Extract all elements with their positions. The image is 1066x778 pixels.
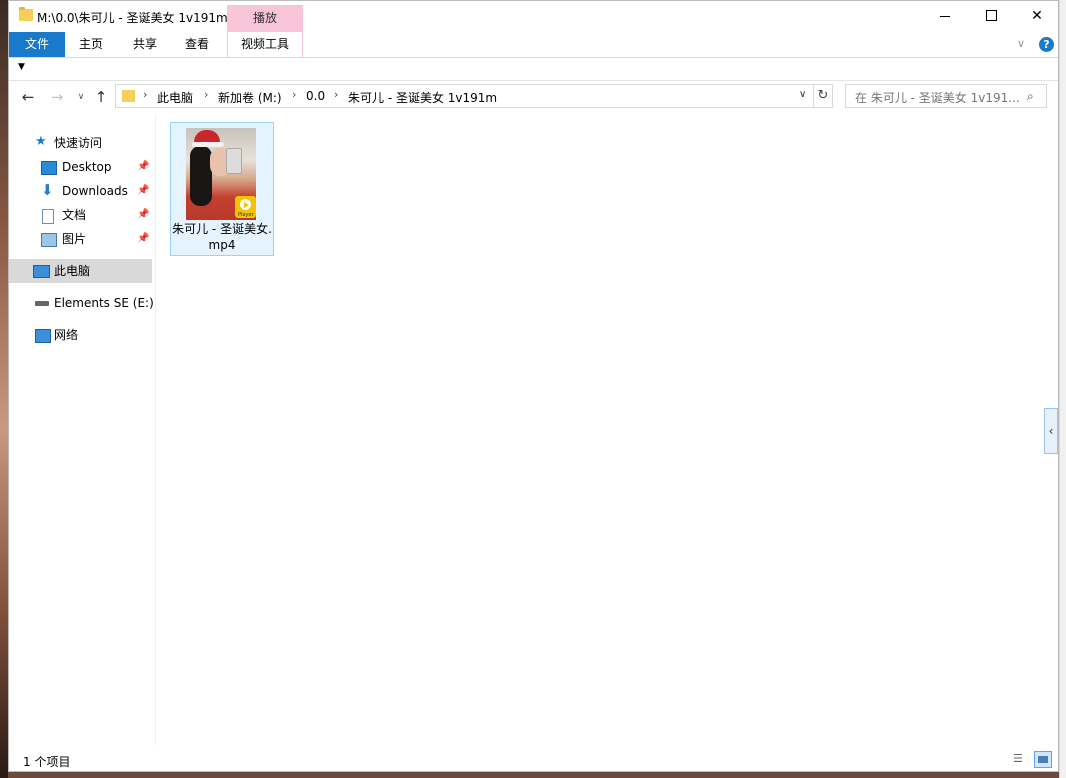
up-icon[interactable]: ↑ (91, 88, 111, 106)
file-explorer-window: M:\0.0\朱可儿 - 圣诞美女 1v191m 播放 ✕ 文件 主页 共享 查… (8, 0, 1059, 772)
search-icon[interactable]: ⌕ (1027, 89, 1034, 104)
nav-label: Desktop (62, 160, 112, 174)
nav-quick-access[interactable]: ★ 快速访问 (9, 131, 152, 155)
forward-icon[interactable]: → (47, 88, 67, 106)
status-bar: 1 个项目 ☰ (9, 749, 1058, 771)
file-name: 朱可儿 - 圣诞美女.mp4 (172, 222, 272, 252)
details-view-icon[interactable]: ☰ (1013, 752, 1031, 768)
thumbnail-detail (226, 148, 242, 174)
thumbnail-detail (192, 142, 224, 147)
folder-icon (122, 90, 135, 102)
item-count: 1 个项目 (23, 755, 71, 769)
nav-label: Downloads (62, 184, 128, 198)
desktop-icon (41, 161, 57, 175)
computer-icon (33, 265, 50, 278)
refresh-button[interactable]: ↻ (813, 84, 833, 108)
breadcrumb-folder[interactable]: 0.0 (306, 89, 325, 103)
search-box[interactable]: 在 朱可儿 - 圣诞美女 1v191... ⌕ (845, 84, 1047, 108)
thumbnail-detail (190, 146, 212, 206)
expand-ribbon-icon[interactable]: ∨ (1017, 37, 1025, 50)
minimize-button[interactable] (922, 1, 968, 31)
chevron-left-icon[interactable]: ‹ (1044, 408, 1058, 454)
folder-icon (19, 7, 33, 21)
close-button[interactable]: ✕ (1014, 1, 1058, 31)
maximize-button[interactable] (968, 1, 1014, 31)
nav-downloads[interactable]: ⬇ Downloads 📌 (9, 179, 152, 203)
window-title: M:\0.0\朱可儿 - 圣诞美女 1v191m (37, 11, 228, 25)
nav-label: 快速访问 (54, 136, 103, 150)
quick-access-toolbar: ▼ (9, 58, 1058, 81)
drive-icon (35, 301, 49, 306)
nav-documents[interactable]: 文档 📌 (9, 203, 152, 227)
pin-icon[interactable]: 📌 (137, 155, 149, 179)
navigation-pane: ★ 快速访问 Desktop 📌 ⬇ Downloads 📌 文档 📌 图片 📌… (9, 115, 156, 745)
address-row: ← → ∨ ↑ › 此电脑 › 新加卷 (M:) › 0.0 › 朱可儿 - 圣… (9, 81, 1058, 113)
breadcrumb-current[interactable]: 朱可儿 - 圣诞美女 1v191m (348, 89, 497, 106)
nav-network[interactable]: 网络 (9, 323, 152, 347)
title-bar[interactable]: M:\0.0\朱可儿 - 圣诞美女 1v191m 播放 ✕ (9, 1, 1058, 32)
ribbon-tabs: 文件 主页 共享 查看 视频工具 ∨ ? (9, 32, 1058, 58)
nav-pictures[interactable]: 图片 📌 (9, 227, 152, 251)
address-dropdown-icon[interactable]: ∨ (799, 89, 806, 100)
customize-toolbar-icon[interactable]: ▼ (18, 62, 25, 72)
nav-label: Elements SE (E:) (54, 296, 154, 310)
address-bar[interactable]: › 此电脑 › 新加卷 (M:) › 0.0 › 朱可儿 - 圣诞美女 1v19… (115, 84, 814, 108)
background-window-edge (1059, 0, 1066, 778)
tab-home[interactable]: 主页 (69, 32, 113, 57)
nav-drive-e[interactable]: Elements SE (E:) (9, 291, 154, 315)
large-icons-view-icon[interactable] (1034, 751, 1052, 768)
tab-share[interactable]: 共享 (123, 32, 167, 57)
chevron-right-icon[interactable]: › (292, 88, 296, 101)
downloads-icon: ⬇ (41, 181, 54, 199)
tab-view[interactable]: 查看 (175, 32, 219, 57)
chevron-right-icon[interactable]: › (143, 88, 147, 101)
network-icon (35, 329, 51, 343)
nav-label: 此电脑 (54, 264, 91, 278)
context-tab-header: 播放 (227, 5, 303, 32)
nav-this-pc[interactable]: 此电脑 (9, 259, 152, 283)
nav-label: 网络 (54, 328, 79, 342)
pictures-icon (41, 233, 57, 247)
nav-label: 图片 (62, 232, 87, 246)
nav-desktop[interactable]: Desktop 📌 (9, 155, 152, 179)
pin-icon[interactable]: 📌 (137, 203, 149, 227)
recent-locations-icon[interactable]: ∨ (71, 88, 91, 106)
help-icon[interactable]: ? (1039, 37, 1054, 52)
star-icon: ★ (35, 134, 47, 149)
documents-icon (42, 209, 54, 224)
breadcrumb-drive[interactable]: 新加卷 (M:) (218, 89, 282, 106)
file-item[interactable]: Player 朱可儿 - 圣诞美女.mp4 (170, 122, 274, 256)
desktop-background (0, 0, 8, 778)
breadcrumb-this-pc[interactable]: 此电脑 (157, 89, 193, 106)
chevron-right-icon[interactable]: › (334, 88, 338, 101)
chevron-right-icon[interactable]: › (204, 88, 208, 101)
nav-label: 文档 (62, 208, 87, 222)
pin-icon[interactable]: 📌 (137, 179, 149, 203)
player-badge-label: Player (238, 212, 254, 218)
tab-file[interactable]: 文件 (9, 32, 65, 57)
search-placeholder: 在 朱可儿 - 圣诞美女 1v191... (855, 91, 1020, 105)
video-thumbnail: Player (186, 128, 256, 220)
pin-icon[interactable]: 📌 (137, 227, 149, 251)
back-icon[interactable]: ← (18, 88, 38, 106)
tab-video-tools[interactable]: 视频工具 (227, 32, 303, 57)
